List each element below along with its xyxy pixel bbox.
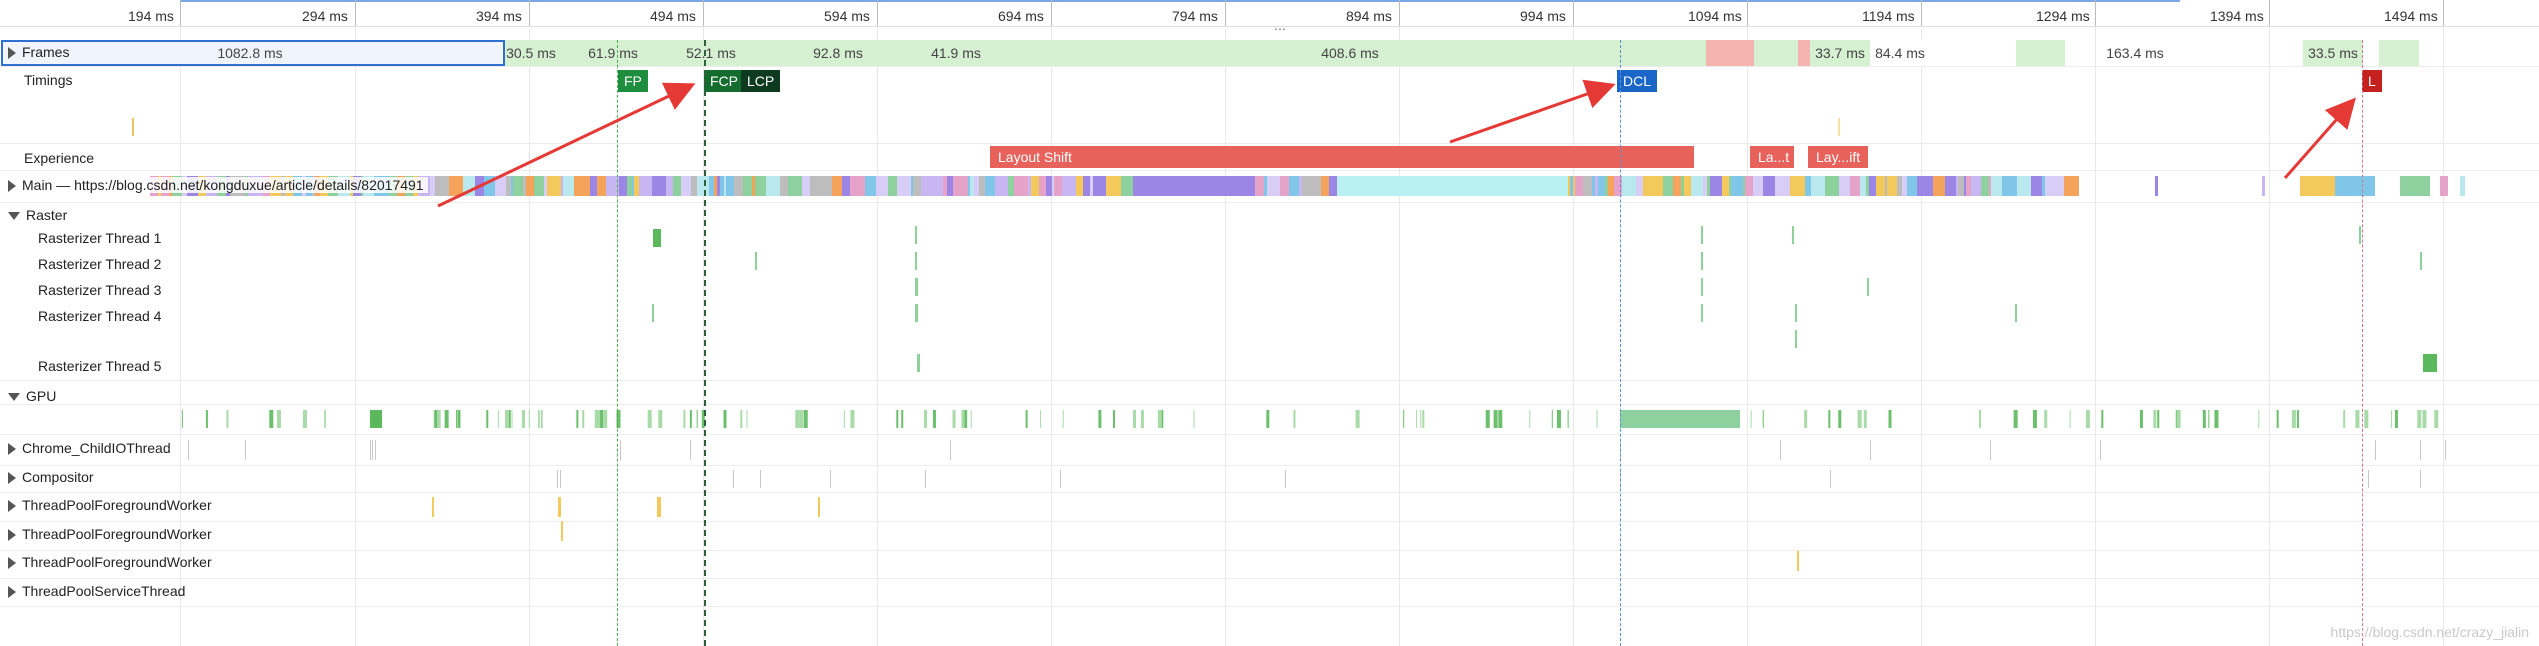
arrow-to-fcp <box>437 82 696 208</box>
arrow-to-dcl <box>1449 79 1616 144</box>
watermark: https://blog.csdn.net/crazy_jialin <box>2330 624 2529 640</box>
annotation-arrows <box>437 79 2356 208</box>
arrow-to-load <box>2283 97 2356 179</box>
devtools-performance-panel: 194 ms 294 ms 394 ms 494 ms 594 ms 694 m… <box>0 0 2539 646</box>
